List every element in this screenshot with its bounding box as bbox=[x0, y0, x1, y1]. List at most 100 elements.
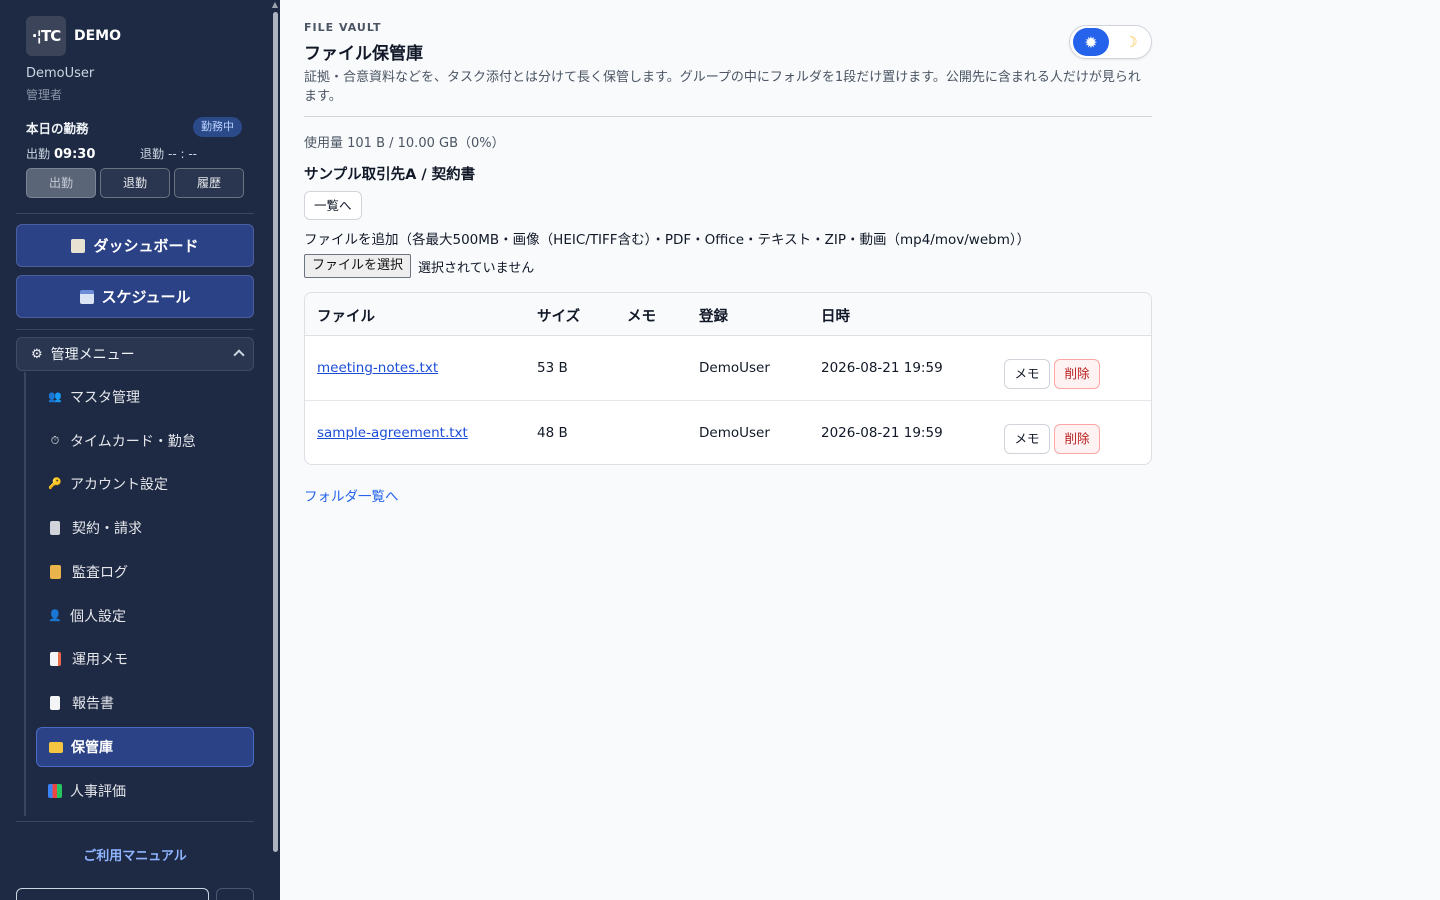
brand[interactable]: ·¦TC DEMO bbox=[26, 16, 121, 56]
user-role: 管理者 bbox=[26, 88, 63, 102]
choose-file-button[interactable]: ファイルを選択 bbox=[304, 254, 412, 278]
file-datetime: 2026-08-21 19:59 bbox=[821, 360, 943, 376]
divider bbox=[16, 821, 254, 822]
table-row: meeting-notes.txt 53 B DemoUser 2026-08-… bbox=[305, 336, 1151, 401]
table-row: sample-agreement.txt 48 B DemoUser 2026-… bbox=[305, 401, 1151, 464]
admin-menu-toggle[interactable]: ⚙ 管理メニュー bbox=[16, 337, 254, 371]
sidebar-item-label: 報告書 bbox=[72, 696, 114, 712]
attendance-title: 本日の勤務 bbox=[26, 121, 89, 136]
file-size: 48 B bbox=[537, 425, 568, 441]
sidebar-item-personal[interactable]: 👤 個人設定 bbox=[36, 596, 254, 636]
folder-list-link[interactable]: フォルダ一覧へ bbox=[304, 485, 399, 505]
dashboard-label: ダッシュボード bbox=[93, 237, 199, 255]
sidebar-bottom-input[interactable] bbox=[16, 888, 209, 900]
receipt-icon bbox=[50, 521, 60, 535]
sidebar-item-vault[interactable]: 保管庫 bbox=[36, 727, 254, 767]
divider bbox=[16, 213, 254, 214]
history-button[interactable]: 履歴 bbox=[174, 168, 244, 198]
sidebar-item-report[interactable]: 報告書 bbox=[36, 683, 254, 723]
sidebar-item-label: マスタ管理 bbox=[70, 390, 140, 406]
admin-menu-label: 管理メニュー bbox=[50, 347, 135, 363]
divider bbox=[304, 116, 1152, 117]
chevron-up-icon bbox=[233, 349, 245, 361]
sun-icon[interactable]: ✹ bbox=[1073, 28, 1109, 56]
page-description: 証拠・合意資料などを、タスク添付とは分けて長く保管します。グループの中にフォルダ… bbox=[304, 70, 1141, 104]
clock-in-time: 09:30 bbox=[54, 147, 96, 162]
sidebar-item-label: 保管庫 bbox=[71, 740, 113, 756]
clock-out-row: 退勤 -- : -- bbox=[140, 145, 197, 162]
brand-logo: ·¦TC bbox=[26, 16, 66, 56]
file-link[interactable]: sample-agreement.txt bbox=[317, 425, 468, 441]
memo-button[interactable]: メモ bbox=[1004, 359, 1050, 389]
sidebar-item-timecard[interactable]: ⏱ タイムカード・勤怠 bbox=[36, 421, 254, 461]
menu-tree-line bbox=[24, 372, 26, 816]
sidebar-item-evaluation[interactable]: 人事評価 bbox=[36, 771, 254, 811]
column-header-file: ファイル bbox=[317, 309, 375, 325]
column-header-size: サイズ bbox=[537, 309, 581, 325]
file-link[interactable]: meeting-notes.txt bbox=[317, 360, 438, 376]
document-icon bbox=[50, 696, 60, 710]
sidebar-item-label: 運用メモ bbox=[72, 652, 128, 668]
file-selection-status: 選択されていません bbox=[418, 261, 535, 276]
attendance-status-badge: 勤務中 bbox=[193, 117, 242, 137]
column-header-memo: メモ bbox=[627, 309, 656, 325]
sidebar-item-label: タイムカード・勤怠 bbox=[70, 434, 196, 450]
dashboard-button[interactable]: ダッシュボード bbox=[16, 224, 254, 267]
sidebar-item-memo[interactable]: 運用メモ bbox=[36, 639, 254, 679]
storage-usage: 使用量 101 B / 10.00 GB（0%） bbox=[304, 136, 505, 151]
sidebar-item-audit[interactable]: 監査ログ bbox=[36, 552, 254, 592]
clock-in-row: 出勤 09:30 bbox=[26, 145, 95, 162]
brand-name: DEMO bbox=[74, 28, 122, 44]
bar-chart-icon bbox=[48, 784, 62, 798]
sidebar-item-label: 契約・請求 bbox=[72, 521, 142, 537]
sidebar-item-label: 人事評価 bbox=[70, 784, 126, 800]
clock-out-label: 退勤 bbox=[140, 147, 165, 161]
sidebar: ·¦TC DEMO DemoUser 管理者 本日の勤務 勤務中 出勤 09:30… bbox=[0, 0, 280, 900]
users-icon: 👥 bbox=[48, 390, 62, 403]
column-header-registrant: 登録 bbox=[699, 309, 728, 325]
scroll-up-arrow-icon[interactable]: ▲ bbox=[271, 0, 279, 10]
sidebar-scrollbar-thumb[interactable] bbox=[273, 12, 278, 852]
sidebar-item-label: 個人設定 bbox=[70, 609, 126, 625]
column-header-datetime: 日時 bbox=[821, 309, 850, 325]
sidebar-item-account[interactable]: 🔑 アカウント設定 bbox=[36, 464, 254, 504]
memo-icon bbox=[50, 652, 61, 666]
file-datetime: 2026-08-21 19:59 bbox=[821, 425, 943, 441]
clock-in-button[interactable]: 出勤 bbox=[26, 168, 96, 198]
key-icon: 🔑 bbox=[48, 477, 62, 490]
file-size: 53 B bbox=[537, 360, 568, 376]
sidebar-item-label: 監査ログ bbox=[72, 565, 128, 581]
sidebar-item-contract[interactable]: 契約・請求 bbox=[36, 508, 254, 548]
sidebar-bottom-button[interactable] bbox=[216, 888, 254, 900]
clipboard-icon bbox=[71, 238, 86, 253]
table-header: ファイル サイズ メモ 登録 日時 bbox=[305, 293, 1151, 336]
moon-icon[interactable]: ☽ bbox=[1116, 28, 1146, 56]
memo-button[interactable]: メモ bbox=[1004, 424, 1050, 454]
folder-title: サンプル取引先A / 契約書 bbox=[304, 167, 476, 183]
schedule-button[interactable]: スケジュール bbox=[16, 275, 254, 318]
manual-link[interactable]: ご利用マニュアル bbox=[16, 845, 254, 864]
sidebar-item-label: アカウント設定 bbox=[70, 477, 168, 493]
divider bbox=[16, 329, 254, 330]
clock-out-button[interactable]: 退勤 bbox=[100, 168, 170, 198]
add-file-label: ファイルを追加（各最大500MB・画像（HEIC/TIFF含む）・PDF・Off… bbox=[304, 232, 1031, 248]
user-name: DemoUser bbox=[26, 66, 95, 81]
page-title: ファイル保管庫 bbox=[304, 44, 423, 64]
file-table: ファイル サイズ メモ 登録 日時 meeting-notes.txt 53 B… bbox=[304, 292, 1152, 465]
stopwatch-icon: ⏱ bbox=[50, 434, 60, 447]
sidebar-item-master[interactable]: 👥 マスタ管理 bbox=[36, 377, 254, 417]
scroll-icon bbox=[50, 565, 61, 579]
file-registrant: DemoUser bbox=[699, 425, 770, 441]
delete-button[interactable]: 削除 bbox=[1054, 359, 1100, 389]
file-registrant: DemoUser bbox=[699, 360, 770, 376]
page-eyebrow: FILE VAULT bbox=[304, 21, 382, 34]
calendar-icon bbox=[79, 289, 94, 304]
folder-icon bbox=[49, 741, 63, 753]
theme-toggle[interactable]: ✹ ☽ bbox=[1069, 25, 1152, 59]
clock-out-time: -- : -- bbox=[168, 147, 198, 161]
back-to-list-button[interactable]: 一覧へ bbox=[304, 191, 362, 220]
person-icon: 👤 bbox=[48, 609, 62, 622]
clock-in-label: 出勤 bbox=[26, 147, 51, 161]
delete-button[interactable]: 削除 bbox=[1054, 424, 1100, 454]
schedule-label: スケジュール bbox=[101, 288, 191, 306]
